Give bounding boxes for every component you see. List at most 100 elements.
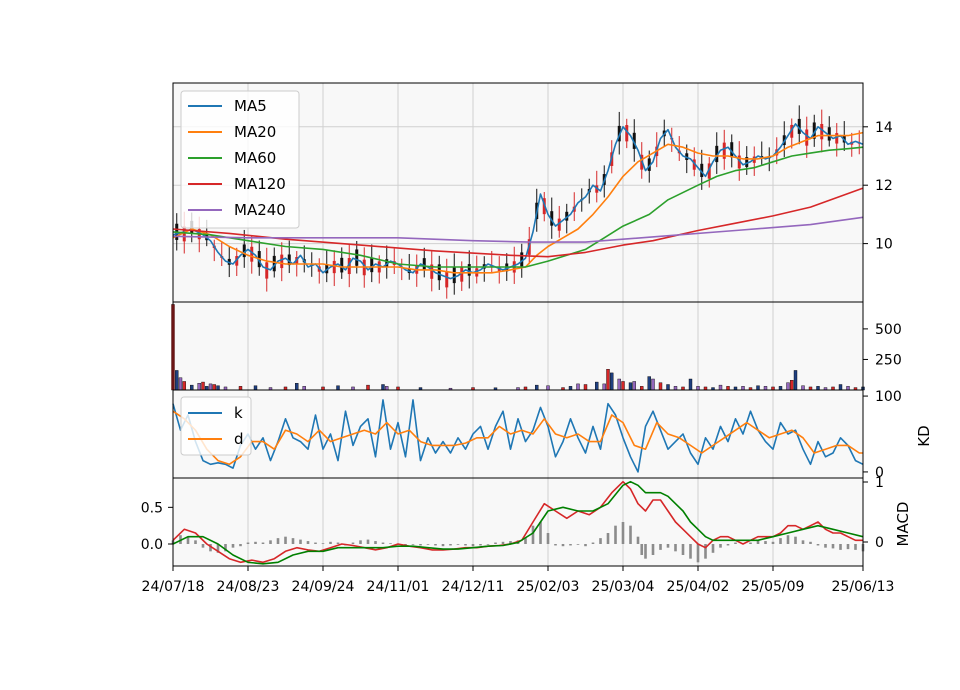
volume-bar — [385, 386, 389, 391]
macd-histogram-bar — [374, 541, 377, 544]
macd-histogram-bar — [794, 536, 797, 544]
volume-bar — [205, 386, 209, 391]
macd-histogram-bar — [486, 544, 490, 545]
volume-bar — [838, 384, 843, 391]
kd-legend: kd — [180, 396, 252, 456]
volume-bar — [216, 385, 220, 391]
macd-histogram-bar — [854, 544, 857, 550]
legend-label-ma5: MA5 — [234, 97, 267, 115]
volume-bar — [606, 369, 610, 391]
macd-histogram-bar — [636, 536, 640, 544]
candle-body — [467, 264, 471, 276]
macd-histogram-bar — [749, 542, 752, 544]
macd-histogram-bar — [291, 538, 295, 544]
volume-bar — [576, 383, 580, 391]
volume-bar — [846, 386, 850, 391]
macd-histogram-bar — [569, 544, 572, 546]
volume-tick-label: 500 — [875, 322, 902, 338]
volume-bar — [778, 386, 783, 391]
macd-histogram-bar — [201, 544, 205, 548]
macd-histogram-bar — [824, 544, 827, 548]
macd-histogram-bar — [381, 542, 385, 544]
price-tick-label: 14 — [875, 120, 893, 136]
macd-axis-title: MACD — [894, 502, 912, 547]
macd-histogram-bar — [366, 539, 370, 544]
candle-body — [265, 262, 269, 279]
macd-histogram-bar — [329, 541, 332, 544]
volume-bar — [617, 378, 621, 391]
macd-histogram-bar — [546, 533, 550, 544]
volume-bar — [595, 381, 599, 391]
legend-label-d: d — [234, 430, 244, 448]
macd-histogram-bar — [501, 541, 505, 544]
macd-histogram-bar — [561, 544, 565, 547]
volume-bar — [793, 370, 798, 391]
macd-histogram-bar — [786, 535, 790, 544]
volume-bar — [238, 386, 243, 391]
macd-histogram-bar — [276, 538, 280, 544]
volume-bar — [741, 386, 745, 391]
volume-panel-bg — [173, 302, 863, 390]
macd-histogram-bar — [479, 544, 482, 546]
macd-histogram-bar — [666, 544, 670, 548]
x-tick-label: 25/06/13 — [832, 579, 895, 595]
macd-histogram-bar — [246, 542, 250, 544]
macd-tick-label-left: 0.0 — [141, 537, 163, 553]
volume-bar — [647, 376, 651, 391]
macd-histogram-bar — [591, 542, 595, 544]
legend-label-ma240: MA240 — [234, 201, 286, 219]
macd-histogram-bar — [659, 544, 662, 550]
volume-bar — [253, 385, 258, 391]
volume-bar — [302, 386, 306, 391]
macd-tick-label-right: 1 — [875, 475, 884, 491]
macd-histogram-bar — [816, 544, 820, 546]
volume-bar — [801, 385, 805, 391]
macd-histogram-bar — [261, 542, 265, 544]
macd-histogram-bar — [846, 544, 850, 550]
x-tick-label: 24/12/11 — [442, 579, 505, 595]
macd-histogram-bar — [314, 542, 317, 544]
x-tick-label: 24/09/24 — [292, 579, 355, 595]
macd-histogram-bar — [321, 543, 325, 544]
volume-bar — [726, 386, 730, 391]
price-tick-label: 12 — [875, 178, 893, 194]
macd-histogram-bar — [801, 540, 805, 544]
x-tick-label: 24/08/23 — [217, 579, 280, 595]
volume-bar — [366, 384, 370, 391]
volume-bar — [640, 386, 644, 391]
price-legend: MA5 MA20 MA60 MA120 MA240 — [180, 90, 300, 229]
macd-histogram-bar — [621, 522, 625, 544]
macd-histogram-bar — [284, 536, 287, 544]
macd-histogram-bar — [779, 538, 782, 544]
macd-panel-bg — [173, 478, 863, 566]
macd-histogram-bar — [640, 544, 644, 555]
volume-bar — [182, 381, 186, 391]
volume-bar — [621, 381, 625, 391]
x-tick-label: 25/02/03 — [517, 579, 580, 595]
volume-bar — [197, 383, 201, 391]
kd-axis-title: KD — [915, 425, 933, 446]
volume-bar — [568, 386, 573, 391]
macd-histogram-bar — [614, 525, 617, 544]
macd-histogram-bar — [831, 544, 835, 549]
macd-histogram-bar — [254, 541, 257, 544]
volume-tick-label: 250 — [875, 352, 902, 368]
macd-histogram-bar — [434, 544, 437, 546]
x-tick-label: 25/05/09 — [742, 579, 805, 595]
macd-histogram-bar — [231, 544, 235, 548]
macd-histogram-bar — [359, 540, 362, 544]
volume-bar — [756, 385, 760, 391]
volume-bar — [336, 385, 340, 391]
macd-histogram-bar — [689, 544, 692, 559]
x-tick-label: 24/11/01 — [367, 579, 430, 595]
macd-histogram-bar — [809, 541, 812, 544]
legend-label-ma20: MA20 — [234, 123, 276, 141]
volume-bar — [295, 383, 299, 391]
macd-histogram-bar — [464, 544, 467, 546]
volume-bar — [718, 384, 723, 391]
volume-bar — [816, 386, 820, 391]
macd-histogram-bar — [629, 525, 632, 544]
volume-bar — [546, 385, 550, 391]
volume-bar — [602, 383, 606, 391]
candle-body — [250, 246, 254, 262]
